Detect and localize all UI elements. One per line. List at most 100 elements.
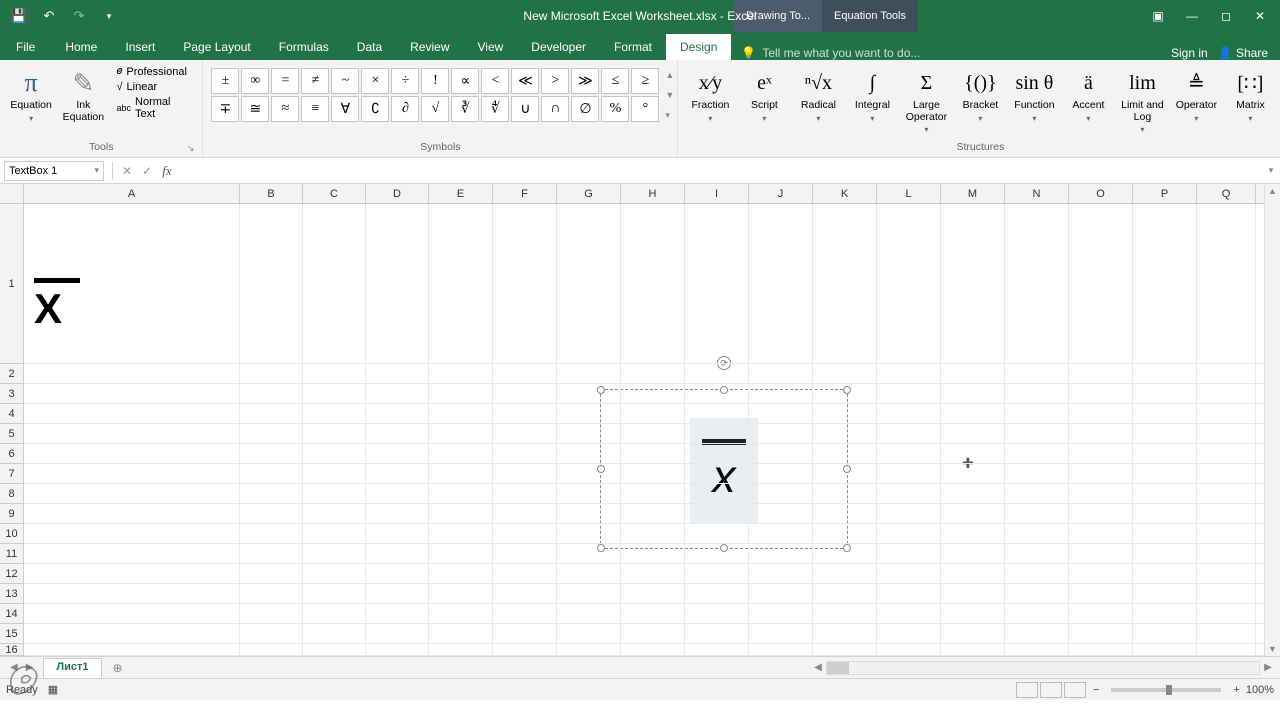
row-header[interactable]: 3 bbox=[0, 384, 24, 404]
cancel-formula-button[interactable]: ✕ bbox=[117, 164, 137, 178]
function-button[interactable]: sin θFunction▾ bbox=[1010, 64, 1058, 123]
row-header[interactable]: 14 bbox=[0, 604, 24, 624]
normal-text-button[interactable]: abcNormal Text bbox=[113, 95, 195, 121]
accent-button[interactable]: äAccent▾ bbox=[1064, 64, 1112, 123]
symbol-button[interactable]: ∝ bbox=[451, 68, 479, 94]
column-header[interactable]: N bbox=[1005, 184, 1069, 203]
share-button[interactable]: 👤 Share bbox=[1218, 46, 1268, 60]
symbol-button[interactable]: ± bbox=[211, 68, 239, 94]
tab-design[interactable]: Design bbox=[666, 34, 731, 60]
file-tab[interactable]: File bbox=[0, 34, 51, 60]
symbol-scroll-up[interactable]: ▲ bbox=[665, 70, 674, 80]
resize-handle[interactable] bbox=[843, 465, 851, 473]
symbol-button[interactable]: < bbox=[481, 68, 509, 94]
symbol-button[interactable]: × bbox=[361, 68, 389, 94]
tab-insert[interactable]: Insert bbox=[111, 34, 169, 60]
zoom-slider[interactable] bbox=[1111, 688, 1221, 692]
resize-handle[interactable] bbox=[597, 465, 605, 473]
symbol-button[interactable]: ∞ bbox=[241, 68, 269, 94]
select-all-button[interactable] bbox=[0, 184, 24, 204]
matrix-button[interactable]: [∷]Matrix▾ bbox=[1226, 64, 1274, 123]
symbol-button[interactable]: ! bbox=[421, 68, 449, 94]
zoom-level[interactable]: 100% bbox=[1246, 684, 1274, 696]
tab-review[interactable]: Review bbox=[396, 34, 463, 60]
ink-equation-button[interactable]: ✎ Ink Equation bbox=[60, 64, 106, 123]
column-header[interactable]: Q bbox=[1197, 184, 1256, 203]
row-header[interactable]: 15 bbox=[0, 624, 24, 644]
symbol-button[interactable]: ∛ bbox=[451, 96, 479, 122]
macro-record-icon[interactable]: ▦ bbox=[48, 683, 58, 696]
maximize-button[interactable]: ◻ bbox=[1210, 2, 1242, 30]
vertical-scrollbar[interactable]: ▲▼ bbox=[1264, 184, 1280, 656]
row-header[interactable]: 4 bbox=[0, 404, 24, 424]
symbol-button[interactable]: ° bbox=[631, 96, 659, 122]
row-header[interactable]: 12 bbox=[0, 564, 24, 584]
tell-me-box[interactable]: 💡 Tell me what you want to do... bbox=[731, 46, 1159, 60]
script-button[interactable]: eˣScript▾ bbox=[740, 64, 788, 123]
symbol-button[interactable]: > bbox=[541, 68, 569, 94]
symbol-button[interactable]: ≡ bbox=[301, 96, 329, 122]
zoom-in-button[interactable]: + bbox=[1233, 684, 1239, 696]
column-header[interactable]: P bbox=[1133, 184, 1197, 203]
symbol-button[interactable]: ≫ bbox=[571, 68, 599, 94]
symbol-more-button[interactable]: ▾ bbox=[665, 110, 674, 121]
tab-page-layout[interactable]: Page Layout bbox=[169, 34, 264, 60]
undo-button[interactable]: ↶ bbox=[38, 5, 60, 27]
equation-button[interactable]: π Equation ▾ bbox=[8, 64, 54, 123]
resize-handle[interactable] bbox=[843, 386, 851, 394]
sheet-nav-prev[interactable]: ◀ bbox=[10, 662, 18, 673]
ribbon-options-button[interactable]: ▣ bbox=[1142, 2, 1174, 30]
column-header[interactable]: L bbox=[877, 184, 941, 203]
row-header[interactable]: 8 bbox=[0, 484, 24, 504]
name-box[interactable]: TextBox 1▾ bbox=[4, 161, 104, 181]
row-header[interactable]: 6 bbox=[0, 444, 24, 464]
row-header[interactable]: 16 bbox=[0, 644, 24, 656]
enter-formula-button[interactable]: ✓ bbox=[137, 164, 157, 178]
page-layout-view-button[interactable] bbox=[1040, 682, 1062, 698]
column-header[interactable]: B bbox=[240, 184, 303, 203]
column-header[interactable]: H bbox=[621, 184, 685, 203]
resize-handle[interactable] bbox=[720, 544, 728, 552]
symbol-button[interactable]: ∅ bbox=[571, 96, 599, 122]
row-header[interactable]: 10 bbox=[0, 524, 24, 544]
resize-handle[interactable] bbox=[597, 386, 605, 394]
symbol-button[interactable]: ≪ bbox=[511, 68, 539, 94]
symbol-button[interactable]: ∩ bbox=[541, 96, 569, 122]
column-header[interactable]: G bbox=[557, 184, 621, 203]
symbol-button[interactable]: ∁ bbox=[361, 96, 389, 122]
column-header[interactable]: O bbox=[1069, 184, 1133, 203]
row-header[interactable]: 5 bbox=[0, 424, 24, 444]
symbol-button[interactable]: ≤ bbox=[601, 68, 629, 94]
row-header[interactable]: 9 bbox=[0, 504, 24, 524]
professional-button[interactable]: 𝑒Professional bbox=[113, 64, 195, 79]
bracket-button[interactable]: {()}Bracket▾ bbox=[956, 64, 1004, 123]
row-header[interactable]: 7 bbox=[0, 464, 24, 484]
tab-developer[interactable]: Developer bbox=[517, 34, 600, 60]
limit-and-button[interactable]: limLimit and Log▾ bbox=[1118, 64, 1166, 134]
symbol-button[interactable]: ∂ bbox=[391, 96, 419, 122]
horizontal-scrollbar[interactable]: ◀ ▶ bbox=[810, 657, 1280, 678]
row-header[interactable]: 13 bbox=[0, 584, 24, 604]
expand-formula-bar[interactable]: ▾ bbox=[1262, 165, 1280, 176]
textbox-equation[interactable]: ⟳ x bbox=[600, 389, 848, 549]
symbol-scroll-down[interactable]: ▼ bbox=[665, 90, 674, 100]
column-header[interactable]: C bbox=[303, 184, 366, 203]
symbol-button[interactable]: ≠ bbox=[301, 68, 329, 94]
save-button[interactable]: 💾 bbox=[8, 5, 30, 27]
tab-formulas[interactable]: Formulas bbox=[265, 34, 343, 60]
symbol-button[interactable]: % bbox=[601, 96, 629, 122]
symbol-button[interactable]: ∓ bbox=[211, 96, 239, 122]
row-header[interactable]: 11 bbox=[0, 544, 24, 564]
close-button[interactable]: ✕ bbox=[1244, 2, 1276, 30]
resize-handle[interactable] bbox=[597, 544, 605, 552]
large-button[interactable]: ΣLarge Operator▾ bbox=[902, 64, 950, 134]
tab-data[interactable]: Data bbox=[343, 34, 396, 60]
sign-in-link[interactable]: Sign in bbox=[1171, 46, 1208, 60]
formula-input[interactable] bbox=[177, 161, 1262, 181]
fraction-button[interactable]: x⁄yFraction▾ bbox=[686, 64, 734, 123]
symbol-button[interactable]: ≥ bbox=[631, 68, 659, 94]
tab-view[interactable]: View bbox=[464, 34, 518, 60]
symbol-button[interactable]: ≈ bbox=[271, 96, 299, 122]
column-header[interactable]: J bbox=[749, 184, 813, 203]
operator-button[interactable]: ≜Operator▾ bbox=[1172, 64, 1220, 123]
